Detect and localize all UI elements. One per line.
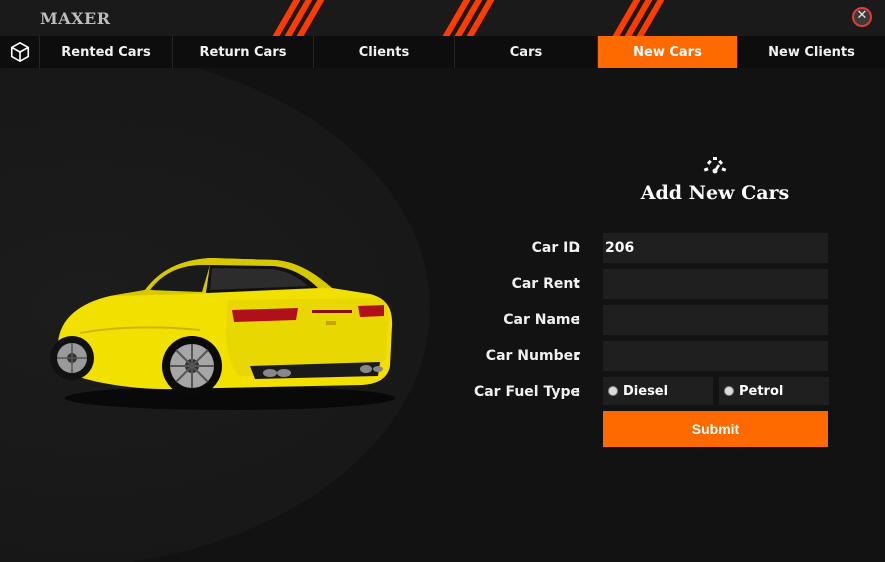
decorative-stripes [610,0,675,36]
form-row-fuel-type: Car Fuel Type : Diesel Petrol [430,377,830,407]
car-name-input[interactable] [603,305,828,335]
tab-cars[interactable]: Cars [455,36,598,68]
title-bar: MAXER ✕ [0,0,885,36]
fuel-type-label: Car Fuel Type [473,384,580,400]
form-row-car-name: Car Name : [430,305,830,335]
car-id-input[interactable] [603,233,828,263]
tab-rented-cars[interactable]: Rented Cars [40,36,173,68]
diesel-label: Diesel [623,383,669,399]
car-image [50,258,395,410]
tab-new-clients[interactable]: New Clients [738,36,885,68]
diesel-radio[interactable]: Diesel [603,377,713,405]
radio-dot-icon [725,387,733,395]
car-number-input[interactable] [603,341,828,371]
submit-button[interactable]: Submit [603,411,828,447]
form-row-car-rent: Car Rent : [430,269,830,299]
colon: : [575,240,581,256]
colon: : [575,384,581,400]
close-button[interactable]: ✕ [852,7,872,27]
petrol-radio[interactable]: Petrol [719,377,829,405]
tab-return-cars[interactable]: Return Cars [173,36,314,68]
tab-new-cars[interactable]: New Cars [598,36,738,68]
close-icon: ✕ [856,8,868,23]
main-content: Add New Cars Car ID : Car Rent : Car Nam… [0,68,885,562]
gauge-icon [703,157,727,174]
car-rent-label: Car Rent [511,276,580,292]
colon: : [575,348,581,364]
car-name-label: Car Name [503,312,580,328]
car-rent-input[interactable] [603,269,828,299]
form-title: Add New Cars [640,182,790,204]
tab-clients[interactable]: Clients [314,36,455,68]
petrol-label: Petrol [739,383,784,399]
colon: : [575,312,581,328]
app-window: MAXER ✕ Rented Cars Return Cars Clients … [0,0,885,562]
colon: : [575,276,581,292]
radio-dot-icon [609,387,617,395]
form-row-car-id: Car ID : [430,233,830,263]
app-title: MAXER [40,9,111,28]
cube-icon[interactable] [0,36,40,68]
car-id-label: Car ID [531,240,580,256]
decorative-stripes [270,0,335,36]
decorative-stripes [440,0,505,36]
form-header: Add New Cars [600,156,830,204]
nav-bar: Rented Cars Return Cars Clients Cars New… [0,36,885,68]
form-row-car-number: Car Number : [430,341,830,371]
car-number-label: Car Number [485,348,580,364]
